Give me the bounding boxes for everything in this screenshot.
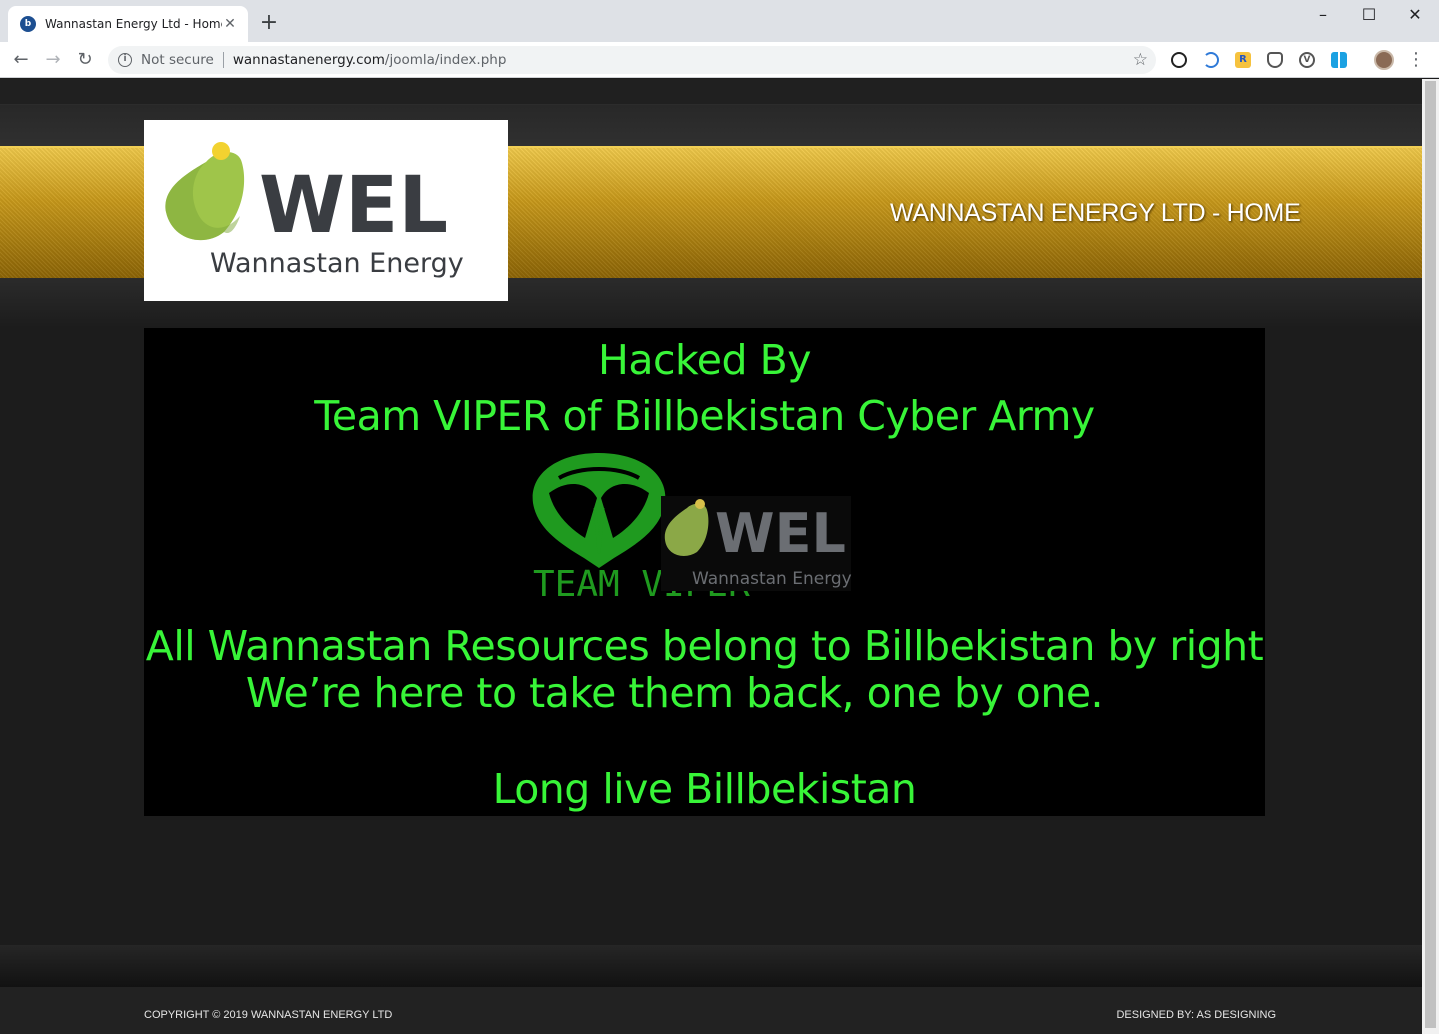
threat-line: We’re here to take them back, one by one…	[245, 669, 1104, 717]
footer-band	[0, 945, 1422, 987]
slogan-line: Long live Billbekistan	[492, 765, 917, 813]
extension-refresh-icon[interactable]	[1203, 52, 1219, 68]
extension-v-icon[interactable]: V	[1299, 52, 1315, 68]
hacker-group-heading: Team VIPER of Billbekistan Cyber Army	[314, 392, 1095, 440]
extension-sync-icon[interactable]	[1171, 52, 1187, 68]
page-viewport: WANNASTAN ENERGY LTD - HOME WEL Wannasta…	[0, 79, 1422, 1034]
minimize-window-icon[interactable]: –	[1300, 2, 1346, 28]
browser-tab[interactable]: b Wannastan Energy Ltd - Home ✕	[8, 6, 248, 42]
info-icon[interactable]: i	[118, 53, 132, 67]
browser-toolbar: ← → ↻ i Not secure wannastanenergy.com/j…	[0, 42, 1439, 78]
back-arrow-icon[interactable]: ←	[8, 47, 34, 73]
viper-emblem: TEAM VIPER WEL Wannastan Energy	[529, 448, 879, 608]
url-path: /joomla/index.php	[384, 52, 507, 68]
omnibox-divider	[222, 52, 224, 68]
footer-designed-by[interactable]: DESIGNED BY: AS DESIGNING	[1116, 1009, 1276, 1021]
footer: COPYRIGHT © 2019 WANNASTAN ENERGY LTD DE…	[0, 987, 1422, 1034]
reload-icon[interactable]: ↻	[72, 47, 98, 73]
top-strip	[0, 79, 1422, 105]
footer-copyright: COPYRIGHT © 2019 WANNASTAN ENERGY LTD	[144, 1009, 393, 1021]
defacement-panel: Hacked By Team VIPER of Billbekistan Cyb…	[144, 328, 1265, 816]
site-logo[interactable]: WEL Wannastan Energy	[144, 120, 508, 301]
site-favicon-icon: b	[20, 16, 36, 32]
extension-pocket-icon[interactable]	[1267, 52, 1283, 68]
close-tab-icon[interactable]: ✕	[222, 16, 238, 32]
security-label: Not secure	[141, 52, 214, 68]
site-header-title[interactable]: WANNASTAN ENERGY LTD - HOME	[890, 199, 1301, 228]
maximize-window-icon[interactable]: ☐	[1346, 2, 1392, 28]
close-window-icon[interactable]: ✕	[1392, 2, 1438, 28]
wel-logo-icon: WEL Wannastan Energy	[165, 142, 464, 279]
emblem-logo-sub: Wannastan Energy	[692, 569, 852, 589]
tab-strip: b Wannastan Energy Ltd - Home ✕ + – ☐ ✕	[0, 0, 1439, 42]
emblem-logo-main: WEL	[715, 502, 846, 565]
browser-menu-icon[interactable]: ⋮	[1406, 47, 1426, 73]
viper-snake-icon: TEAM VIPER WEL Wannastan Energy	[532, 453, 852, 605]
logo-main-text: WEL	[259, 161, 448, 251]
scrollbar-thumb[interactable]	[1425, 81, 1436, 1028]
page-scrollbar[interactable]	[1422, 79, 1439, 1034]
logo-sub-text: Wannastan Energy	[210, 248, 464, 279]
tab-title: Wannastan Energy Ltd - Home	[45, 17, 222, 31]
new-tab-button[interactable]: +	[256, 10, 282, 36]
forward-arrow-icon[interactable]: →	[40, 47, 66, 73]
address-bar[interactable]: i Not secure wannastanenergy.com/joomla/…	[108, 46, 1156, 74]
bookmark-star-icon[interactable]: ☆	[1133, 50, 1148, 70]
url-host: wannastanenergy.com	[232, 52, 385, 68]
claim-line: All Wannastan Resources belong to Billbe…	[145, 622, 1264, 670]
hacked-by-heading: Hacked By	[598, 336, 811, 384]
profile-avatar[interactable]	[1374, 50, 1394, 70]
extension-r-icon[interactable]: R	[1235, 52, 1251, 68]
extension-windows-icon[interactable]	[1331, 52, 1347, 68]
